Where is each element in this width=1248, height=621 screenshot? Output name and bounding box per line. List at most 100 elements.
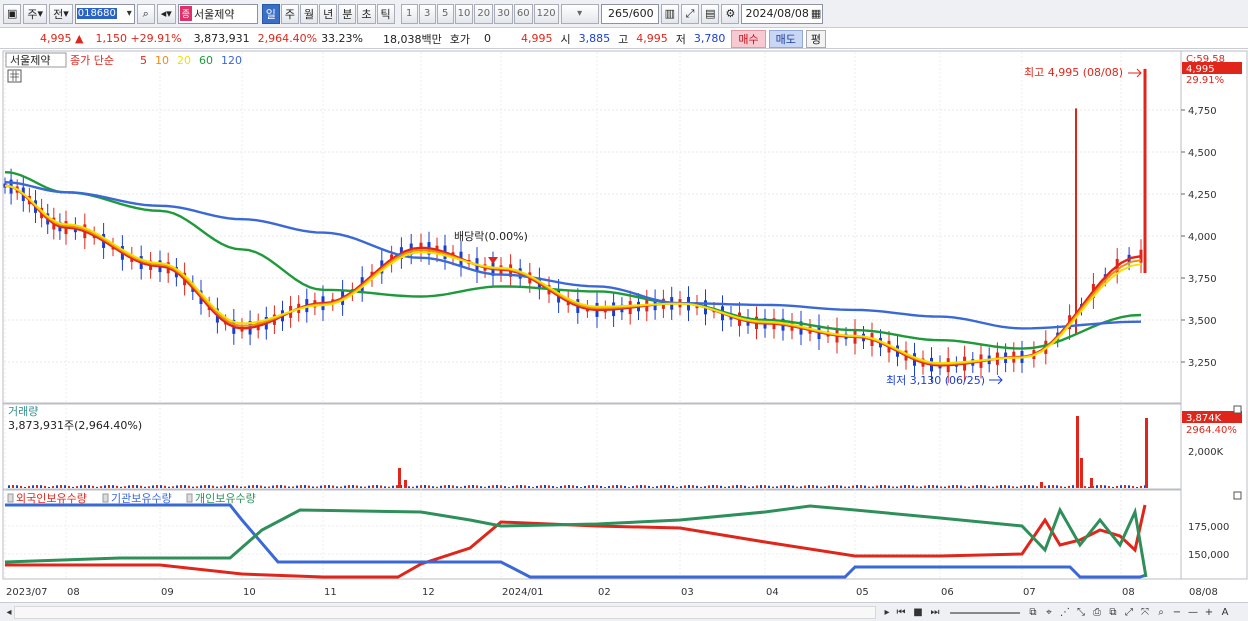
volume-bar	[312, 486, 314, 488]
search-icon[interactable]: ⌕	[136, 3, 155, 24]
interval-tab-120[interactable]: 120	[533, 3, 559, 24]
name-badge: 종	[179, 6, 193, 21]
forward-icon[interactable]: ⏭	[928, 605, 942, 619]
volume-bar	[680, 486, 682, 488]
crosshair-icon[interactable]: ⌖	[1042, 605, 1056, 619]
volume-bar	[852, 485, 854, 488]
period-tab-1[interactable]: 주	[280, 3, 300, 24]
vol-panel-close-icon[interactable]	[1233, 405, 1242, 414]
speaker-icon[interactable]: ◂▾	[156, 3, 176, 24]
volume-bar	[12, 485, 14, 488]
chart-svg[interactable]: 서울제약 종가 단순 5 10 20 60 120 거래량 3,873,931주(2,9…	[0, 50, 1248, 602]
interval-tab-10[interactable]: 10	[454, 3, 474, 24]
zoom-box-icon[interactable]: ⧉	[1026, 605, 1040, 619]
interval-tab-20[interactable]: 20	[474, 3, 494, 24]
flat-button[interactable]: 평	[805, 29, 826, 48]
interval-tab-3[interactable]: 3	[418, 3, 436, 24]
volume-bar	[352, 485, 354, 488]
minus-icon[interactable]: −	[1170, 605, 1184, 619]
copy-icon[interactable]: ⧉	[1106, 605, 1120, 619]
volume-bar	[612, 485, 614, 488]
y-tick-0: 4,750	[1188, 106, 1217, 117]
volume-bar	[820, 486, 822, 488]
volume-bar	[440, 485, 442, 488]
x-tick-9: 04	[766, 587, 779, 598]
pattern-icon[interactable]: ⋰	[1058, 605, 1072, 619]
volume-spike-3	[1080, 458, 1083, 488]
save-icon[interactable]: ▤	[701, 3, 720, 24]
volume-bar	[236, 485, 238, 488]
layout-icon[interactable]: ▣	[3, 3, 22, 24]
volume-bar	[760, 485, 762, 488]
print-icon[interactable]: ⎙	[1090, 605, 1104, 619]
interval-tab-30[interactable]: 30	[494, 3, 513, 24]
period-tab-2[interactable]: 월	[300, 3, 319, 24]
interval-tab-1[interactable]: 1	[400, 3, 418, 24]
y-tick-1: 4,500	[1188, 148, 1217, 159]
legend-ma-20: 20	[177, 54, 191, 67]
stop-icon[interactable]: ■	[911, 605, 925, 619]
count-input[interactable]: 265/600	[600, 3, 659, 24]
table-icon[interactable]	[7, 69, 22, 83]
change: 1,150 +29.91%	[95, 32, 182, 45]
scroll-right-icon[interactable]: ▸	[880, 605, 894, 619]
hold-panel-close-icon[interactable]	[1233, 491, 1242, 500]
volume-bar	[1088, 486, 1090, 488]
interval-tab-60[interactable]: 60	[513, 3, 533, 24]
prev-select[interactable]: 전 ▾	[49, 3, 73, 24]
zoom-slider[interactable]	[950, 612, 1020, 614]
volume-bar	[1136, 486, 1138, 488]
plus-icon[interactable]: +	[1202, 605, 1216, 619]
measure-icon[interactable]: ⤡	[1074, 605, 1088, 619]
volume-bar	[24, 486, 26, 488]
period-tab-3[interactable]: 년	[319, 3, 338, 24]
volume-bar	[364, 486, 366, 488]
volume-bar	[332, 485, 334, 488]
volume-bar	[80, 485, 82, 488]
volume-bar	[276, 485, 278, 488]
volume-bar	[508, 486, 510, 488]
volume-bar	[356, 485, 358, 488]
sell-button[interactable]: 매도	[768, 29, 803, 48]
period-tab-0[interactable]: 일	[261, 3, 280, 24]
drawing-icon[interactable]: ⤢	[681, 3, 700, 24]
volume-bar	[324, 485, 326, 488]
volume-bar	[556, 486, 558, 488]
interval-tab-5[interactable]: 5	[436, 3, 454, 24]
volume-bar	[684, 485, 686, 488]
type-select[interactable]: 주 ▾	[23, 3, 48, 24]
calendar-icon[interactable]: ▦	[811, 7, 821, 20]
text-tool-icon[interactable]: A	[1218, 605, 1232, 619]
tool-icons: ⧉ ⌖ ⋰ ⤡ ⎙ ⧉ ⤢ ⤧ ⌕ − — + A	[1026, 605, 1232, 619]
date-input[interactable]: 2024/08/08 ▦	[741, 3, 824, 24]
volume-bar	[1068, 485, 1070, 488]
chart-type-icon[interactable]: ▥	[660, 3, 680, 24]
vol-ratio: 2,964.40%	[257, 32, 318, 45]
dash-icon[interactable]: —	[1186, 605, 1200, 619]
volume-bar	[1052, 485, 1054, 488]
fit-icon[interactable]: ⤢	[1122, 605, 1136, 619]
volume-bar	[552, 486, 554, 488]
magnifier-icon[interactable]: ⌕	[1154, 605, 1168, 619]
period-tab-6[interactable]: 틱	[376, 3, 395, 24]
chart-area[interactable]: 서울제약 종가 단순 5 10 20 60 120 거래량 3,873,931주(2,9…	[0, 50, 1248, 602]
type-label: 주	[27, 7, 38, 21]
rewind-icon[interactable]: ⏮	[894, 605, 908, 619]
interval-dropdown[interactable]: ▾	[560, 3, 599, 24]
period-tab-4[interactable]: 분	[338, 3, 357, 24]
volume-bar	[536, 485, 538, 488]
volume-bar	[280, 485, 282, 488]
code-input[interactable]: 018680 ▾	[74, 3, 135, 24]
scroll-track[interactable]	[14, 606, 876, 619]
buy-button[interactable]: 매수	[731, 29, 766, 48]
volume-bar	[372, 485, 374, 488]
volume-bar	[832, 485, 834, 488]
volume-bar	[764, 485, 766, 488]
period-tab-5[interactable]: 초	[357, 3, 376, 24]
volume-bar	[380, 485, 382, 488]
name-box[interactable]: 종 서울제약	[177, 3, 258, 24]
gear-icon[interactable]: ⚙	[721, 3, 740, 24]
holding-legend-swatch-2	[186, 493, 193, 503]
expand-icon[interactable]: ⤧	[1138, 605, 1152, 619]
volume-bar	[304, 485, 306, 488]
